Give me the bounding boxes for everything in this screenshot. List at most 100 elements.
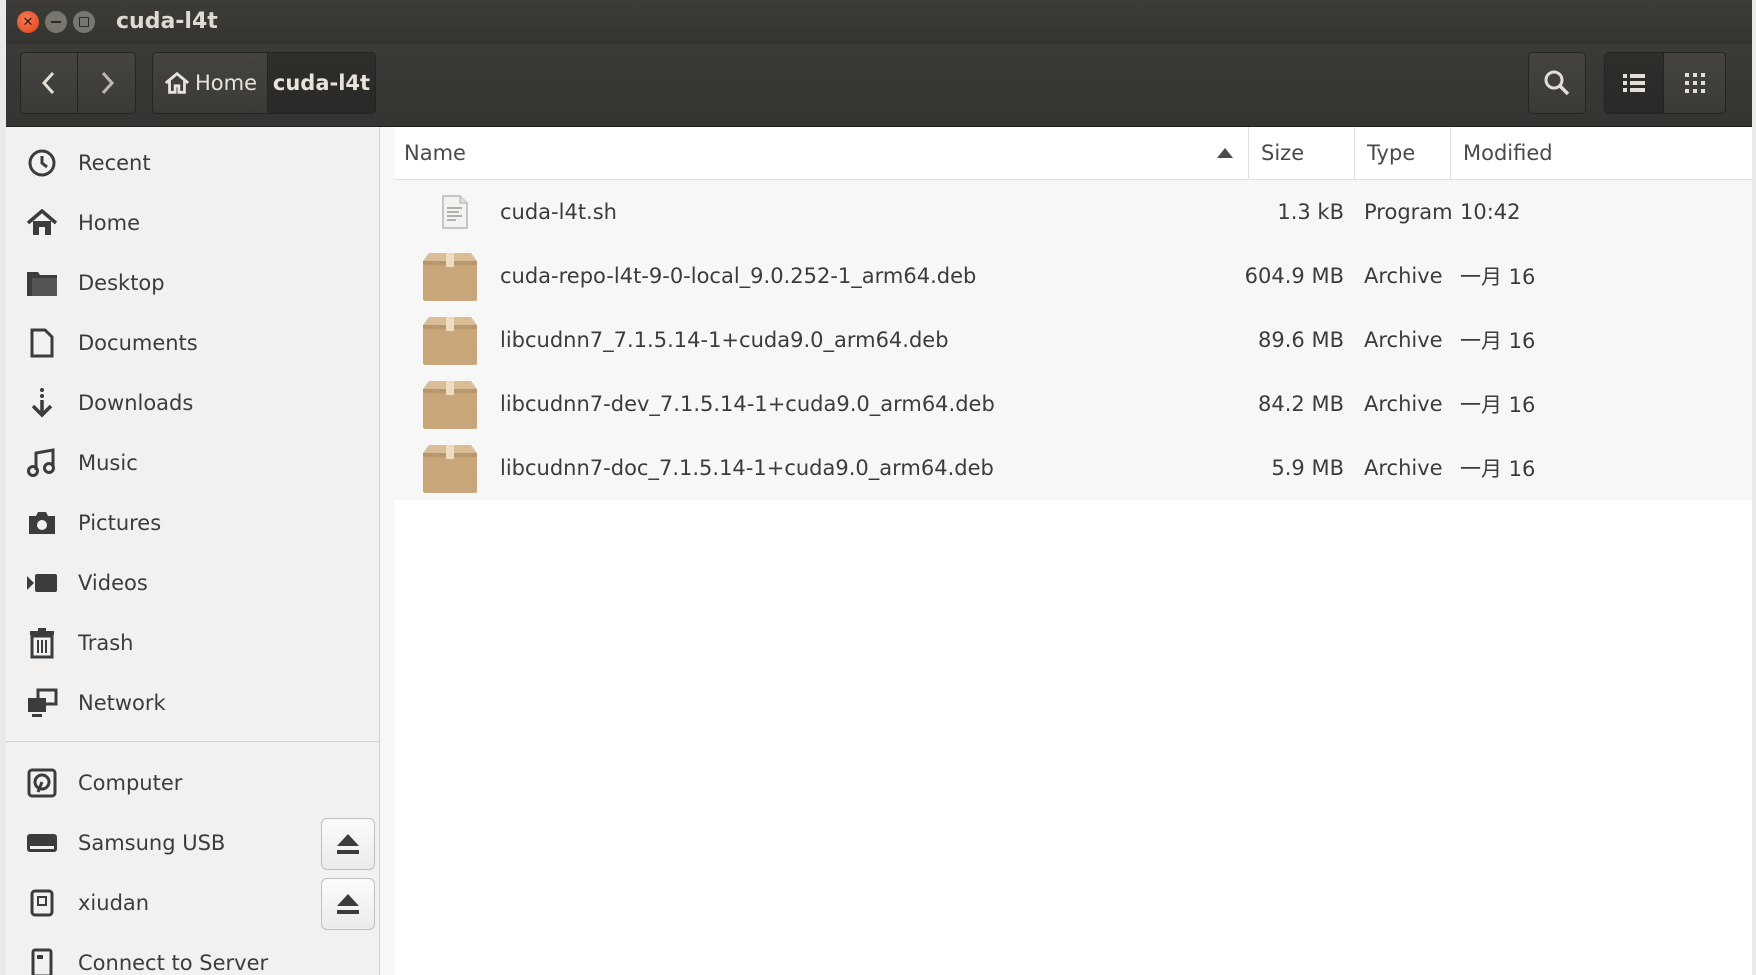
column-header-name[interactable]: Name xyxy=(394,127,1248,179)
minimize-window-button[interactable] xyxy=(45,11,67,33)
sort-ascending-icon xyxy=(1217,148,1233,158)
sidebar-item-label: Music xyxy=(78,451,138,475)
list-view-icon xyxy=(1623,74,1645,92)
sidebar-item-trash[interactable]: Trash xyxy=(6,614,379,672)
chevron-right-icon xyxy=(101,71,114,95)
video-icon xyxy=(26,567,58,599)
maximize-icon xyxy=(79,17,89,27)
file-modified: 10:42 xyxy=(1460,200,1521,224)
breadcrumb-home[interactable]: Home xyxy=(152,52,268,114)
file-type: Archive xyxy=(1364,456,1443,480)
sidebar-item-label: Documents xyxy=(78,331,198,355)
file-list-view[interactable]: Name Size Type Modified cuda-l4t.sh 1.3 … xyxy=(394,127,1752,975)
home-icon xyxy=(26,207,58,239)
file-row[interactable]: libcudnn7-dev_7.1.5.14-1+cuda9.0_arm64.d… xyxy=(394,372,1752,437)
column-header-row: Name Size Type Modified xyxy=(394,127,1752,180)
file-size: 604.9 MB xyxy=(1244,264,1344,288)
sidebar-item-label: Downloads xyxy=(78,391,194,415)
network-icon xyxy=(26,687,58,719)
column-header-modified[interactable]: Modified xyxy=(1450,127,1752,179)
camera-icon xyxy=(26,507,58,539)
title-bar[interactable]: ✕ cuda-l4t xyxy=(6,0,1752,44)
forward-button[interactable] xyxy=(78,52,136,114)
sidebar-item-label: Computer xyxy=(78,771,183,795)
sidebar-item-videos[interactable]: Videos xyxy=(6,554,379,612)
column-header-type[interactable]: Type xyxy=(1354,127,1450,179)
file-size: 5.9 MB xyxy=(1271,456,1344,480)
eject-icon xyxy=(337,894,359,914)
column-header-size[interactable]: Size xyxy=(1248,127,1354,179)
window-title: cuda-l4t xyxy=(116,9,218,34)
back-button[interactable] xyxy=(20,52,78,114)
file-modified: 一月 16 xyxy=(1460,393,1536,417)
sidebar-item-computer[interactable]: Computer xyxy=(6,754,379,812)
file-name: libcudnn7-doc_7.1.5.14-1+cuda9.0_arm64.d… xyxy=(500,456,994,480)
file-name: cuda-repo-l4t-9-0-local_9.0.252-1_arm64.… xyxy=(500,264,977,288)
file-row[interactable]: cuda-repo-l4t-9-0-local_9.0.252-1_arm64.… xyxy=(394,244,1752,309)
package-icon xyxy=(423,381,477,429)
sidebar-item-network[interactable]: Network xyxy=(6,674,379,732)
grid-view-button[interactable] xyxy=(1664,52,1726,114)
column-header-size-label: Size xyxy=(1261,141,1305,165)
navigation-buttons xyxy=(20,52,136,116)
search-button[interactable] xyxy=(1528,52,1586,114)
sidebar-item-label: Videos xyxy=(78,571,148,595)
package-icon xyxy=(423,317,477,365)
file-manager-window: ✕ cuda-l4t Home cuda-l4t Recent Home Des… xyxy=(6,0,1752,975)
file-row[interactable]: cuda-l4t.sh 1.3 kB Program 10:42 xyxy=(394,180,1752,245)
sidebar-item-connect-to-server[interactable]: Connect to Server xyxy=(6,934,379,975)
file-size: 84.2 MB xyxy=(1258,392,1344,416)
home-icon xyxy=(164,71,190,94)
drive-icon xyxy=(26,827,58,859)
breadcrumb-home-label: Home xyxy=(194,71,257,95)
sidebar-item-label: Samsung USB xyxy=(78,831,226,855)
download-icon xyxy=(26,387,58,419)
file-type: Archive xyxy=(1364,264,1443,288)
document-icon xyxy=(26,327,58,359)
file-name: cuda-l4t.sh xyxy=(500,200,617,224)
sidebar-divider xyxy=(6,741,379,742)
grid-view-icon xyxy=(1684,73,1705,93)
sidebar-item-home[interactable]: Home xyxy=(6,194,379,252)
chevron-left-icon xyxy=(41,71,55,95)
file-size: 89.6 MB xyxy=(1258,328,1344,352)
clock-icon xyxy=(26,147,58,179)
package-icon xyxy=(423,253,477,301)
file-type: Archive xyxy=(1364,392,1443,416)
eject-button[interactable] xyxy=(321,818,375,870)
header-bar: Home cuda-l4t xyxy=(6,44,1752,127)
places-sidebar: Recent Home Desktop Documents Downloads xyxy=(6,127,380,975)
breadcrumb-current[interactable]: cuda-l4t xyxy=(268,52,376,114)
file-row[interactable]: libcudnn7_7.1.5.14-1+cuda9.0_arm64.deb 8… xyxy=(394,308,1752,373)
server-icon xyxy=(26,947,58,975)
file-type: Program xyxy=(1364,200,1453,224)
view-toggle xyxy=(1604,52,1726,116)
music-icon xyxy=(26,447,58,479)
sidebar-item-label: Recent xyxy=(78,151,151,175)
sidebar-item-desktop[interactable]: Desktop xyxy=(6,254,379,312)
column-header-name-label: Name xyxy=(404,141,466,165)
eject-icon xyxy=(337,834,359,854)
sidebar-item-documents[interactable]: Documents xyxy=(6,314,379,372)
file-row[interactable]: libcudnn7-doc_7.1.5.14-1+cuda9.0_arm64.d… xyxy=(394,436,1752,501)
file-type: Archive xyxy=(1364,328,1443,352)
file-modified: 一月 16 xyxy=(1460,329,1536,353)
search-group xyxy=(1528,52,1586,116)
list-view-button[interactable] xyxy=(1604,52,1664,114)
breadcrumb-current-label: cuda-l4t xyxy=(272,71,371,95)
sidebar-item-music[interactable]: Music xyxy=(6,434,379,492)
package-icon xyxy=(423,445,477,493)
close-window-button[interactable]: ✕ xyxy=(17,11,39,33)
sidebar-item-label: Network xyxy=(78,691,166,715)
sidebar-item-label: xiudan xyxy=(78,891,150,915)
sidebar-item-recent[interactable]: Recent xyxy=(6,134,379,192)
maximize-window-button[interactable] xyxy=(73,11,95,33)
sidebar-item-downloads[interactable]: Downloads xyxy=(6,374,379,432)
close-icon: ✕ xyxy=(22,14,34,30)
file-size: 1.3 kB xyxy=(1277,200,1344,224)
file-modified: 一月 16 xyxy=(1460,265,1536,289)
sidebar-item-pictures[interactable]: Pictures xyxy=(6,494,379,552)
sidebar-item-label: Connect to Server xyxy=(78,951,269,975)
eject-button[interactable] xyxy=(321,878,375,930)
breadcrumb: Home cuda-l4t xyxy=(152,52,376,116)
